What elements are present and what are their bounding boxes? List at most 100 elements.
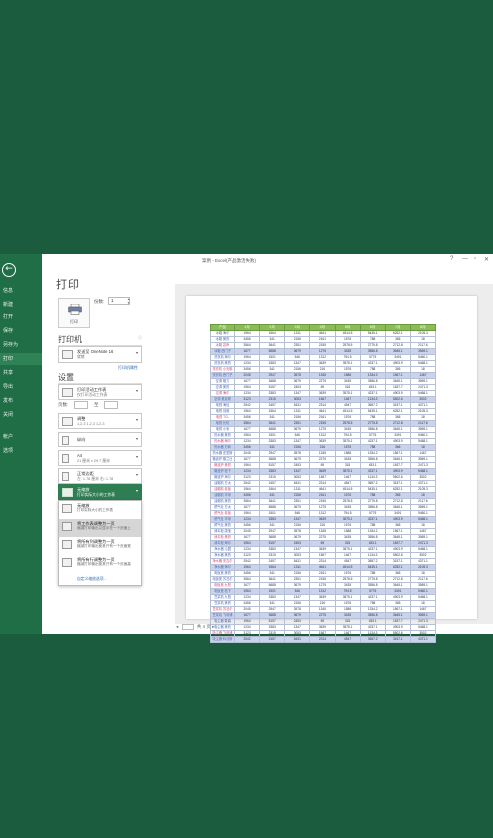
- preview-page: 产品 1月 2月 3月 4月 5月 6月 7月 8月 冰箱 海尔 1964 1564 1311 4641…: [186, 296, 477, 643]
- table-cell: 消毒柜 美的: [210, 534, 235, 541]
- rail-item[interactable]: 信息: [0, 285, 42, 297]
- table-row: 冰箱 海尔 1964 1564 1311 4641 4514.5 5435.1 6252.1 2…: [210, 330, 437, 337]
- table-row: 吸尘器 戴森 1964 5157 2453 69 315 453.1 1637.7 2471.3: [210, 618, 437, 625]
- current-page-input[interactable]: [181, 624, 194, 630]
- table-cell: 2457: [259, 636, 286, 643]
- print-scope-select[interactable]: 打印活动工作表 仅打印活动工作表 ▾: [58, 384, 142, 400]
- table-cell: 消毒柜 海尔: [210, 540, 235, 547]
- fit-rows-icon: [62, 558, 72, 567]
- table-row: 豆浆机 苏泊尔 2045 2947 3578 1345 1588 1334.2 1567.1 1…: [210, 606, 437, 613]
- table-cell: 燃气灶 华帝: [210, 516, 235, 523]
- print-preview: 产品 1月 2月 3月 4月 5月 6月 7月 8月 冰箱 海尔 1964 1564 1311 4641…: [175, 284, 493, 643]
- printer-properties-link[interactable]: 打印机属性: [118, 365, 138, 371]
- table-cell: 热水器 万和: [210, 444, 235, 451]
- rail-item[interactable]: 导出: [0, 381, 42, 393]
- rail-item[interactable]: 共享: [0, 367, 42, 379]
- rail-item[interactable]: 打印: [0, 353, 42, 365]
- table-cell: 净水器 安吉尔: [210, 558, 235, 565]
- collate-desc: 1,2,3 1,2,3 1,2,3: [77, 422, 105, 426]
- scaling-option-fit-columns[interactable]: 将所有列调整为一页 缩减打印输出使其只有一个页面宽: [59, 537, 141, 555]
- paper-size-label: A4: [77, 453, 83, 458]
- prev-page-icon[interactable]: ◂: [176, 624, 178, 629]
- table-row: 消毒柜 美的 1677 3688 3679 2275 3435 3556.8 3645.1 35…: [210, 534, 437, 541]
- maximize-icon[interactable]: ▫: [474, 256, 476, 262]
- scaling-select[interactable]: 无缩放 打印实际大小的工作表 ▾: [58, 484, 142, 500]
- paper-size-select[interactable]: A4 21 厘米 x 29.7 厘米 ▾: [58, 450, 142, 466]
- rail-item[interactable]: 打开: [0, 311, 42, 323]
- table-row: 吸尘器 科沃斯 2542 2457 5431 2314 4547 3657.2 3157.1 4…: [210, 636, 437, 643]
- scaling-options-menu: 无缩放 打印实际大小的工作表 将工作表调整为一页 缩减打印输出以显示在一个页面上…: [58, 500, 142, 586]
- table-cell: 吸尘器 飞利浦: [210, 630, 235, 637]
- chevron-down-icon: ▾: [135, 417, 138, 422]
- rail-item[interactable]: 发布: [0, 395, 42, 407]
- chevron-down-icon: ▾: [135, 388, 138, 393]
- title-bar: 案例 - Excel(产品激活失败) ? — ▫ ✕: [42, 254, 493, 268]
- rail-item[interactable]: 另存为: [0, 339, 42, 351]
- printer-device-icon: [62, 350, 73, 359]
- margins-select[interactable]: 正常边距 左: 1.78 厘米 右: 1.78 ▾: [58, 468, 142, 484]
- copies-spinner-icon[interactable]: ▲ ▼: [126, 297, 131, 305]
- table-cell: 洗衣机 美的: [210, 360, 235, 367]
- custom-scaling-link[interactable]: 自定义缩放选项...: [77, 577, 107, 582]
- print-button[interactable]: 打印: [58, 298, 90, 328]
- table-row: 电视 长虹 3564 3641 2351 2155 2578.5 2775.8 2712.8 2…: [210, 420, 437, 427]
- printer-status: 就绪: [77, 355, 85, 359]
- chevron-down-icon: ▾: [135, 350, 138, 355]
- table-cell: 豆浆机 九阳: [210, 594, 235, 601]
- table-cell: 净水器 美的: [210, 552, 235, 559]
- table-row: 油烟机 方太 2542 2457 5431 2314 4547 3657.2 3157.1 43…: [210, 480, 437, 487]
- table-row: 净水器 沁园 1234 3383 1347 3639 3575.1 4237.1 4903.9…: [210, 546, 437, 553]
- table-cell: 电饭煲 美的: [210, 570, 235, 577]
- rail-item[interactable]: 选项: [0, 445, 42, 457]
- rail-item[interactable]: 关闭: [0, 409, 42, 421]
- rail-item[interactable]: 帐户: [0, 431, 42, 443]
- table-cell: 燃气灶 老板: [210, 510, 235, 517]
- table-row: 电视 创维 1964 1564 1311 4641 4514.5 5435.1 6252.1 2…: [210, 408, 437, 415]
- no-scaling-icon: [62, 504, 72, 513]
- table-row: 净水器 海尔 1964 1564 1311 4641 4514.5 5435.1 6252.1…: [210, 564, 437, 571]
- back-arrow-icon[interactable]: ←: [2, 263, 16, 277]
- page-count-text: 共 4 页: [196, 624, 211, 630]
- table-cell: 微波炉 松下: [210, 468, 235, 475]
- table-row: 燃气灶 华帝 1234 3383 1347 3639 3575.1 4237.1 4903.9…: [210, 516, 437, 523]
- paper-size-desc: 21 厘米 x 29.7 厘米: [77, 459, 110, 463]
- collate-icon: [62, 417, 73, 426]
- info-icon[interactable]: ⓘ: [138, 335, 142, 341]
- table-cell: 空调 奥克斯: [210, 396, 235, 403]
- table-row: 微波炉 美的 1964 5157 2453 69 315 453.1 1637.7 2471.3: [210, 462, 437, 469]
- scaling-option-no-scaling[interactable]: 无缩放 打印实际大小的工作表: [59, 501, 141, 519]
- pages-to-input[interactable]: [104, 401, 118, 409]
- orientation-select[interactable]: 纵向 ▾: [58, 432, 142, 447]
- printer-select[interactable]: 发送至 OneNote 16 就绪 ▾: [58, 346, 142, 363]
- table-cell: 吸尘器 科沃斯: [210, 636, 235, 643]
- table-cell: 热水器 美的: [210, 432, 235, 439]
- paper-icon: [62, 454, 69, 463]
- table-row: 消毒柜 康宝 2045 2947 3578 1345 1588 1334.2 1567.1 14…: [210, 528, 437, 535]
- next-page-icon[interactable]: ▸: [212, 624, 214, 629]
- table-cell: 电饭煲 苏泊尔: [210, 576, 235, 583]
- scaling-option-fit-rows[interactable]: 将所有行调整为一页 缩减打印输出使其只有一个页面高: [59, 555, 141, 573]
- table-row: 热水器 史密斯 2045 2947 3578 1345 1588 1334.2 1567.1 1…: [210, 450, 437, 457]
- table-row: 冰箱 西门子 1677 5688 3679 1275 3435 3556.8 3645.1 35…: [210, 348, 437, 355]
- table-cell: 油烟机 华帝: [210, 492, 235, 499]
- preview-table: 产品 1月 2月 3月 4月 5月 6月 7月 8月 冰箱 海尔 1964 1564 1311 4641…: [210, 324, 437, 643]
- table-row: 油烟机 老板 1964 1564 1311 4641 4514.5 5435.1 6252.1…: [210, 486, 437, 493]
- fit-sheet-icon: [62, 522, 72, 531]
- fit-columns-icon: [62, 540, 72, 549]
- close-icon[interactable]: ✕: [484, 256, 489, 263]
- scaling-option-fit-sheet[interactable]: 将工作表调整为一页 缩减打印输出以显示在一个页面上: [59, 519, 141, 537]
- minimize-icon[interactable]: —: [462, 256, 468, 262]
- pages-from-input[interactable]: [74, 401, 88, 409]
- rail-item[interactable]: 新建: [0, 299, 42, 311]
- help-icon[interactable]: ?: [450, 256, 453, 262]
- table-row: 净水器 安吉尔 2542 2457 5431 2314 4547 3657.2 3157.1 4…: [210, 558, 437, 565]
- collate-select[interactable]: 调整 1,2,3 1,2,3 1,2,3 ▾: [58, 413, 142, 429]
- option-desc: 打印实际大小的工作表: [77, 508, 113, 512]
- table-cell: 豆浆机 飞利浦: [210, 612, 235, 619]
- backstage-rail: ← 信息新建 打开保存另存为打印共享导出发布关闭帐户选项: [0, 254, 42, 634]
- chevron-down-icon: ▾: [135, 488, 138, 493]
- table-cell: 油烟机 方太: [210, 480, 235, 487]
- margins-desc: 左: 1.78 厘米 右: 1.78: [77, 477, 114, 481]
- rail-item[interactable]: 保存: [0, 325, 42, 337]
- table-cell: 洗衣机 海尔: [210, 354, 235, 361]
